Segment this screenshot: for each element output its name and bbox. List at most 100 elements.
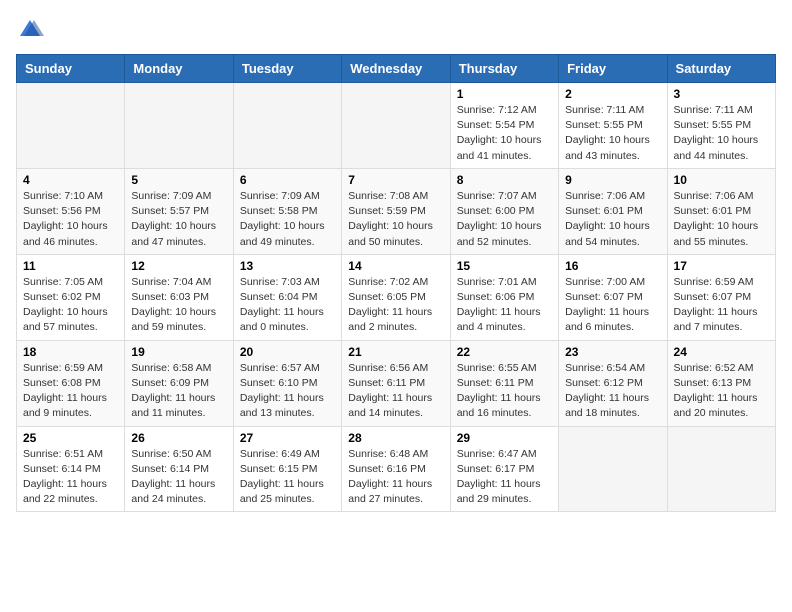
day-number: 19 [131,345,226,359]
day-number: 12 [131,259,226,273]
calendar-cell: 10 Sunrise: 7:06 AMSunset: 6:01 PMDayligh… [667,168,775,254]
calendar-cell [667,426,775,512]
calendar-cell: 23 Sunrise: 6:54 AMSunset: 6:12 PMDayligh… [559,340,667,426]
logo [16,16,48,44]
day-info: Sunrise: 6:56 AMSunset: 6:11 PMDaylight:… [348,361,443,422]
day-info: Sunrise: 6:57 AMSunset: 6:10 PMDaylight:… [240,361,335,422]
calendar-cell: 7 Sunrise: 7:08 AMSunset: 5:59 PMDaylight… [342,168,450,254]
day-info: Sunrise: 6:58 AMSunset: 6:09 PMDaylight:… [131,361,226,422]
day-info: Sunrise: 7:06 AMSunset: 6:01 PMDaylight:… [674,189,769,250]
day-info: Sunrise: 7:09 AMSunset: 5:57 PMDaylight:… [131,189,226,250]
weekday-header-friday: Friday [559,55,667,83]
day-number: 21 [348,345,443,359]
day-number: 27 [240,431,335,445]
day-number: 10 [674,173,769,187]
day-number: 16 [565,259,660,273]
day-info: Sunrise: 6:48 AMSunset: 6:16 PMDaylight:… [348,447,443,508]
day-info: Sunrise: 6:49 AMSunset: 6:15 PMDaylight:… [240,447,335,508]
calendar-cell: 13 Sunrise: 7:03 AMSunset: 6:04 PMDayligh… [233,254,341,340]
week-row-2: 4 Sunrise: 7:10 AMSunset: 5:56 PMDaylight… [17,168,776,254]
day-info: Sunrise: 7:01 AMSunset: 6:06 PMDaylight:… [457,275,552,336]
calendar-cell: 29 Sunrise: 6:47 AMSunset: 6:17 PMDayligh… [450,426,558,512]
day-number: 4 [23,173,118,187]
calendar-cell: 24 Sunrise: 6:52 AMSunset: 6:13 PMDayligh… [667,340,775,426]
day-number: 22 [457,345,552,359]
day-number: 1 [457,87,552,101]
weekday-header-sunday: Sunday [17,55,125,83]
day-info: Sunrise: 6:47 AMSunset: 6:17 PMDaylight:… [457,447,552,508]
day-info: Sunrise: 6:55 AMSunset: 6:11 PMDaylight:… [457,361,552,422]
calendar-cell: 28Sunrise: 6:48 AMSunset: 6:16 PMDayligh… [342,426,450,512]
day-info: Sunrise: 6:54 AMSunset: 6:12 PMDaylight:… [565,361,660,422]
calendar-cell [233,83,341,169]
day-number: 24 [674,345,769,359]
day-number: 7 [348,173,443,187]
calendar-cell: 16 Sunrise: 7:00 AMSunset: 6:07 PMDayligh… [559,254,667,340]
day-number: 20 [240,345,335,359]
calendar-cell: 27 Sunrise: 6:49 AMSunset: 6:15 PMDayligh… [233,426,341,512]
calendar-cell: 19 Sunrise: 6:58 AMSunset: 6:09 PMDayligh… [125,340,233,426]
calendar-cell: 15 Sunrise: 7:01 AMSunset: 6:06 PMDayligh… [450,254,558,340]
day-number: 15 [457,259,552,273]
day-number: 11 [23,259,118,273]
day-number: 29 [457,431,552,445]
day-info: Sunrise: 6:51 AMSunset: 6:14 PMDaylight:… [23,447,118,508]
calendar-cell: 14Sunrise: 7:02 AMSunset: 6:05 PMDayligh… [342,254,450,340]
weekday-header-tuesday: Tuesday [233,55,341,83]
day-info: Sunrise: 7:12 AMSunset: 5:54 PMDaylight:… [457,103,552,164]
week-row-5: 25 Sunrise: 6:51 AMSunset: 6:14 PMDayligh… [17,426,776,512]
day-number: 9 [565,173,660,187]
calendar-cell: 26 Sunrise: 6:50 AMSunset: 6:14 PMDayligh… [125,426,233,512]
header [16,16,776,44]
day-info: Sunrise: 7:04 AMSunset: 6:03 PMDaylight:… [131,275,226,336]
day-number: 5 [131,173,226,187]
calendar-table: SundayMondayTuesdayWednesdayThursdayFrid… [16,54,776,512]
day-number: 18 [23,345,118,359]
day-number: 3 [674,87,769,101]
calendar-cell: 25 Sunrise: 6:51 AMSunset: 6:14 PMDayligh… [17,426,125,512]
weekday-header-thursday: Thursday [450,55,558,83]
week-row-1: 1 Sunrise: 7:12 AMSunset: 5:54 PMDaylight… [17,83,776,169]
calendar-cell: 5 Sunrise: 7:09 AMSunset: 5:57 PMDaylight… [125,168,233,254]
day-info: Sunrise: 6:59 AMSunset: 6:08 PMDaylight:… [23,361,118,422]
day-number: 23 [565,345,660,359]
weekday-header-saturday: Saturday [667,55,775,83]
day-info: Sunrise: 7:00 AMSunset: 6:07 PMDaylight:… [565,275,660,336]
day-info: Sunrise: 7:08 AMSunset: 5:59 PMDaylight:… [348,189,443,250]
week-row-3: 11 Sunrise: 7:05 AMSunset: 6:02 PMDayligh… [17,254,776,340]
day-info: Sunrise: 7:07 AMSunset: 6:00 PMDaylight:… [457,189,552,250]
day-info: Sunrise: 6:59 AMSunset: 6:07 PMDaylight:… [674,275,769,336]
day-number: 2 [565,87,660,101]
calendar-cell: 12 Sunrise: 7:04 AMSunset: 6:03 PMDayligh… [125,254,233,340]
day-number: 13 [240,259,335,273]
weekday-header-wednesday: Wednesday [342,55,450,83]
day-info: Sunrise: 6:52 AMSunset: 6:13 PMDaylight:… [674,361,769,422]
calendar-cell: 18 Sunrise: 6:59 AMSunset: 6:08 PMDayligh… [17,340,125,426]
calendar-cell: 3 Sunrise: 7:11 AMSunset: 5:55 PMDaylight… [667,83,775,169]
calendar-cell: 6Sunrise: 7:09 AMSunset: 5:58 PMDaylight… [233,168,341,254]
weekday-header-row: SundayMondayTuesdayWednesdayThursdayFrid… [17,55,776,83]
calendar-cell: 17Sunrise: 6:59 AMSunset: 6:07 PMDayligh… [667,254,775,340]
weekday-header-monday: Monday [125,55,233,83]
calendar-cell: 11 Sunrise: 7:05 AMSunset: 6:02 PMDayligh… [17,254,125,340]
day-info: Sunrise: 7:11 AMSunset: 5:55 PMDaylight:… [565,103,660,164]
day-info: Sunrise: 7:05 AMSunset: 6:02 PMDaylight:… [23,275,118,336]
day-info: Sunrise: 7:03 AMSunset: 6:04 PMDaylight:… [240,275,335,336]
day-info: Sunrise: 7:11 AMSunset: 5:55 PMDaylight:… [674,103,769,164]
calendar-cell: 20 Sunrise: 6:57 AMSunset: 6:10 PMDayligh… [233,340,341,426]
calendar-cell [17,83,125,169]
day-info: Sunrise: 7:06 AMSunset: 6:01 PMDaylight:… [565,189,660,250]
day-info: Sunrise: 7:10 AMSunset: 5:56 PMDaylight:… [23,189,118,250]
day-info: Sunrise: 7:02 AMSunset: 6:05 PMDaylight:… [348,275,443,336]
day-number: 8 [457,173,552,187]
day-number: 26 [131,431,226,445]
calendar-cell: 1 Sunrise: 7:12 AMSunset: 5:54 PMDaylight… [450,83,558,169]
calendar-cell [125,83,233,169]
day-number: 25 [23,431,118,445]
calendar-cell: 22 Sunrise: 6:55 AMSunset: 6:11 PMDayligh… [450,340,558,426]
calendar-cell: 8 Sunrise: 7:07 AMSunset: 6:00 PMDaylight… [450,168,558,254]
week-row-4: 18 Sunrise: 6:59 AMSunset: 6:08 PMDayligh… [17,340,776,426]
day-info: Sunrise: 6:50 AMSunset: 6:14 PMDaylight:… [131,447,226,508]
calendar-cell: 21 Sunrise: 6:56 AMSunset: 6:11 PMDayligh… [342,340,450,426]
calendar-cell [342,83,450,169]
